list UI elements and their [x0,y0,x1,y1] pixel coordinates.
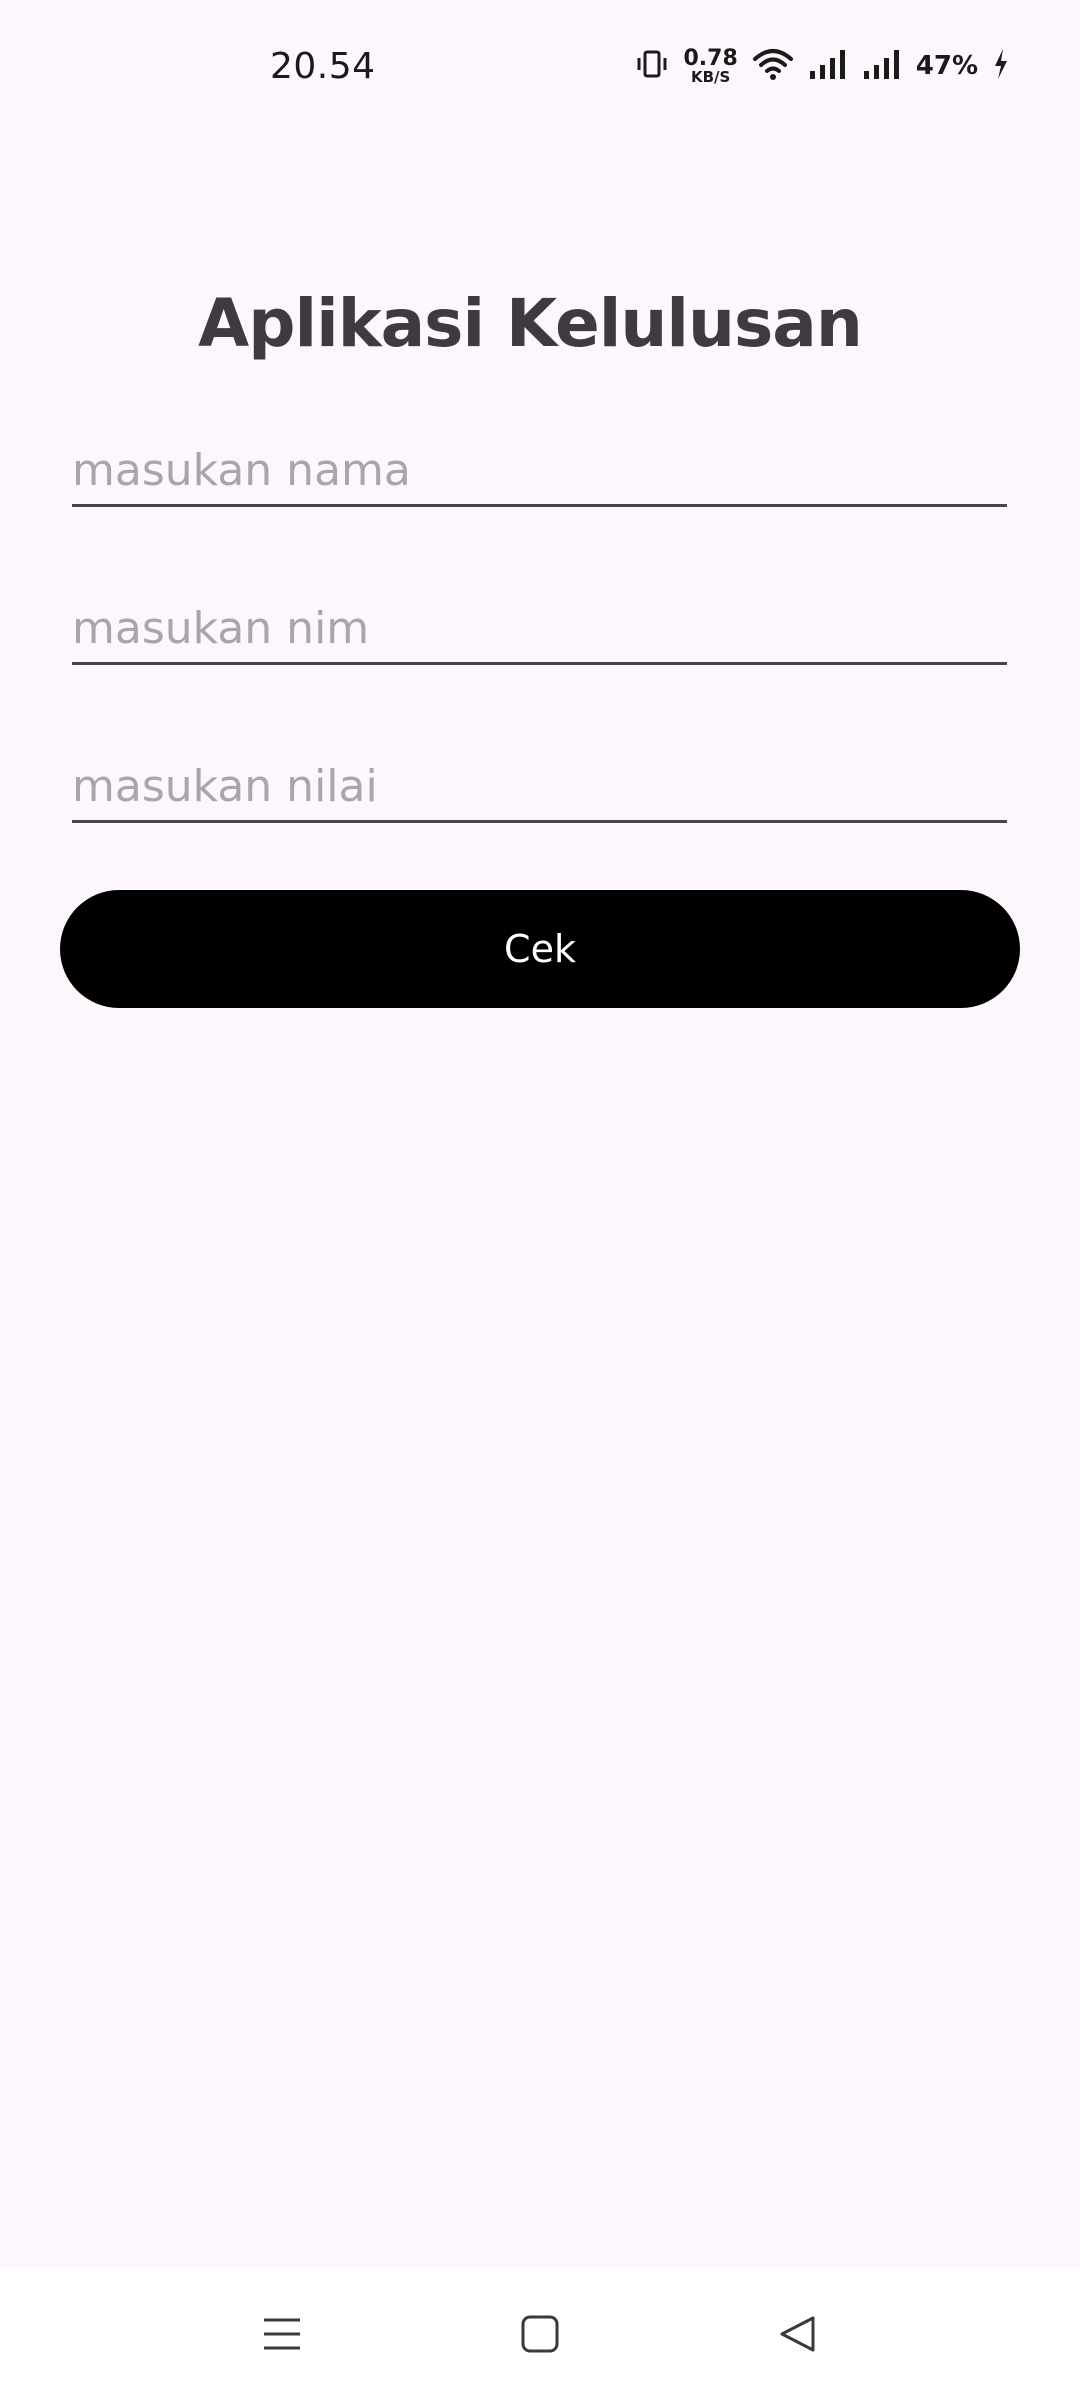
network-speed-unit: KB/S [690,67,731,86]
charging-icon [992,47,1010,85]
signal-icon [862,47,902,85]
back-button[interactable] [758,2296,838,2376]
back-icon [778,2314,818,2358]
nilai-field[interactable] [72,740,1007,826]
network-speed-value: 0.78 [683,45,738,71]
name-input[interactable] [72,424,1007,510]
page-title: Aplikasi Kelulusan [198,285,863,362]
nilai-input[interactable] [72,740,1007,826]
home-button[interactable] [500,2296,580,2376]
status-icons: 0.78 KB/S 47% [635,46,1010,86]
signal-icon [808,47,848,85]
menu-button[interactable] [242,2296,322,2376]
wifi-icon [752,47,794,85]
home-icon [520,2314,560,2358]
name-field[interactable] [72,424,1007,510]
vibrate-icon [635,47,669,85]
nim-field[interactable] [72,582,1007,668]
app-screen: 20.54 0.78 KB/S 47% Aplikasi Kelulusan m… [0,0,1080,2400]
network-speed: 0.78 KB/S [683,45,738,86]
status-time: 20.54 [270,46,376,87]
menu-icon [262,2314,302,2358]
status-bar: 20.54 0.78 KB/S 47% [0,0,1080,140]
battery-percent: 47% [915,51,978,81]
navigation-bar [0,2268,1080,2400]
cek-button[interactable]: Cek [60,890,1020,1008]
nim-input[interactable] [72,582,1007,668]
